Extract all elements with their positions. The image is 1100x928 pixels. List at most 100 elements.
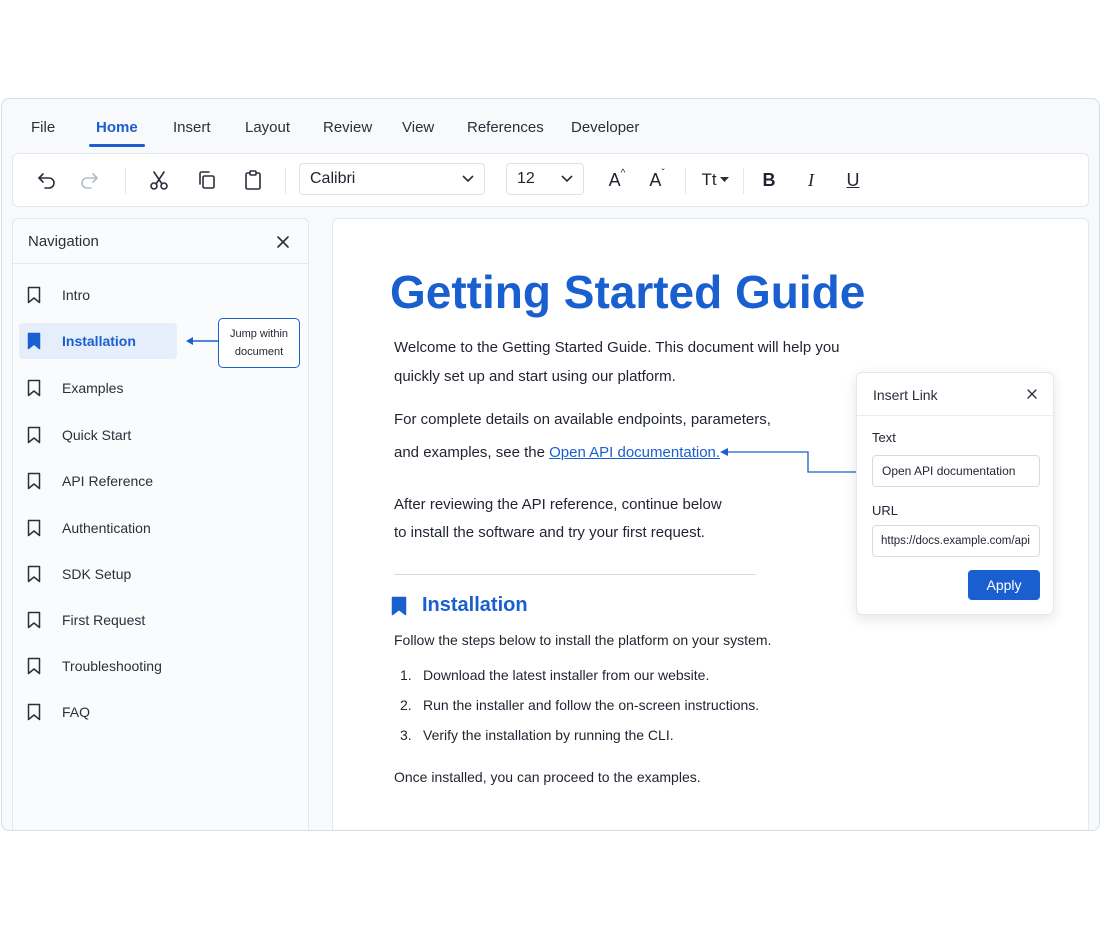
tab-layout[interactable]: Layout	[245, 119, 290, 136]
close-icon[interactable]	[1025, 387, 1039, 401]
document-title: Getting Started Guide	[390, 266, 866, 318]
nav-divider	[13, 263, 308, 264]
step-text: Run the installer and follow the on-scre…	[423, 697, 760, 713]
nav-item-label: API Reference	[62, 473, 154, 489]
link-pointer-arrow-icon	[720, 448, 856, 473]
toolbar-separator	[285, 168, 286, 194]
nav-item-authentication[interactable]: Authentication	[19, 510, 177, 546]
nav-item-label: First Request	[62, 612, 146, 628]
tab-view[interactable]: View	[402, 119, 434, 136]
close-icon[interactable]	[273, 232, 293, 252]
tab-review[interactable]: Review	[323, 119, 372, 136]
underline-label: U	[846, 169, 860, 190]
caret-down-icon	[719, 177, 729, 182]
tab-insert[interactable]: Insert	[173, 119, 211, 136]
text-field-label: Text	[872, 430, 896, 445]
bookmark-icon	[27, 611, 41, 629]
nav-item-api-reference[interactable]: API Reference	[19, 463, 177, 499]
tab-file[interactable]: File	[31, 119, 55, 136]
menu-tabs: File Home Insert Layout Review View Refe…	[2, 99, 1099, 151]
underline-icon[interactable]: U	[839, 166, 867, 194]
bookmark-icon	[27, 332, 41, 350]
step-number: 3.	[400, 727, 412, 743]
after-line: After reviewing the API reference, conti…	[394, 496, 722, 513]
redo-icon[interactable]	[75, 166, 103, 194]
nav-item-label: Quick Start	[62, 427, 132, 443]
apply-button[interactable]: Apply	[968, 570, 1040, 600]
nav-item-examples[interactable]: Examples	[19, 370, 177, 406]
decrease-font-icon[interactable]: Aˇ	[643, 166, 671, 194]
dialog-divider	[857, 415, 1053, 416]
callout-line: document	[234, 346, 284, 358]
callout-line: Jump within	[229, 328, 289, 340]
nav-item-label: Examples	[62, 380, 124, 396]
text-case-label: Tt	[701, 170, 717, 189]
section-intro: Follow the steps below to install the pl…	[394, 632, 772, 648]
details-line: and examples, see the Open API documenta…	[394, 444, 720, 461]
formatting-toolbar: Calibri 12 A ^ Aˇ Tt B I U	[12, 153, 1089, 207]
step-number: 2.	[400, 697, 412, 713]
intro-line: Welcome to the Getting Started Guide. Th…	[394, 339, 840, 356]
insert-link-dialog: Insert Link Text Open API documentation …	[856, 372, 1054, 615]
nav-item-sdk-setup[interactable]: SDK Setup	[19, 556, 177, 592]
link-text-input[interactable]: Open API documentation	[872, 455, 1040, 487]
font-family-select[interactable]: Calibri	[299, 163, 485, 195]
url-field-label: URL	[872, 503, 899, 518]
tab-home[interactable]: Home	[96, 119, 138, 136]
link-url-input[interactable]: https://docs.example.com/api	[872, 525, 1040, 557]
section-heading: Installation	[391, 594, 528, 617]
nav-item-quick-start[interactable]: Quick Start	[19, 417, 177, 453]
nav-item-label: FAQ	[62, 704, 91, 720]
nav-item-troubleshooting[interactable]: Troubleshooting	[19, 648, 177, 684]
nav-item-label: Authentication	[62, 520, 151, 536]
nav-item-label: Troubleshooting	[62, 658, 162, 674]
api-documentation-link[interactable]: Open API documentation.	[549, 444, 720, 461]
bookmark-icon	[27, 286, 41, 304]
bookmark-icon	[27, 426, 41, 444]
callout-arrow-icon	[186, 337, 220, 345]
paste-icon[interactable]	[239, 166, 267, 194]
font-size-value: 12	[517, 170, 535, 187]
bookmark-icon	[27, 657, 41, 675]
text-case-icon[interactable]: Tt	[697, 166, 733, 194]
bookmark-icon	[27, 379, 41, 397]
nav-item-installation[interactable]: Installation	[19, 323, 177, 359]
nav-item-label: SDK Setup	[62, 566, 132, 582]
italic-icon[interactable]: I	[797, 166, 825, 194]
toolbar-separator	[685, 168, 686, 194]
dialog-title: Insert Link	[873, 387, 938, 403]
chevron-down-icon	[561, 175, 573, 183]
step-text: Verify the installation by running the C…	[423, 727, 674, 743]
font-size-select[interactable]: 12	[506, 163, 584, 195]
toolbar-separator	[743, 168, 744, 194]
bookmark-icon	[27, 519, 41, 537]
bookmark-icon	[27, 703, 41, 721]
bold-label: B	[762, 169, 776, 190]
bookmark-icon	[27, 472, 41, 490]
increase-font-icon[interactable]: A ^	[603, 166, 631, 194]
cut-icon[interactable]	[145, 166, 173, 194]
nav-item-first-request[interactable]: First Request	[19, 602, 177, 638]
undo-icon[interactable]	[33, 166, 61, 194]
bookmark-icon	[391, 596, 407, 615]
increase-font-label: A	[608, 169, 621, 190]
copy-icon[interactable]	[193, 166, 221, 194]
closing-line: Once installed, you can proceed to the e…	[394, 769, 701, 785]
tab-developer[interactable]: Developer	[571, 119, 639, 136]
bold-icon[interactable]: B	[755, 166, 783, 194]
font-family-value: Calibri	[310, 170, 356, 187]
step-number: 1.	[400, 667, 412, 683]
details-line: For complete details on available endpoi…	[394, 411, 771, 428]
details-prefix: and examples, see the	[394, 444, 550, 461]
navigation-title: Navigation	[28, 233, 99, 250]
tab-references[interactable]: References	[467, 119, 544, 136]
nav-item-intro[interactable]: Intro	[19, 277, 177, 313]
step-text: Download the latest installer from our w…	[423, 667, 710, 683]
chevron-down-icon	[462, 175, 474, 183]
section-title: Installation	[422, 594, 528, 616]
decrease-font-label: A	[649, 169, 662, 190]
nav-item-label: Installation	[62, 333, 136, 349]
section-divider	[394, 574, 756, 575]
nav-item-faq[interactable]: FAQ	[19, 694, 177, 730]
bookmark-icon	[27, 565, 41, 583]
